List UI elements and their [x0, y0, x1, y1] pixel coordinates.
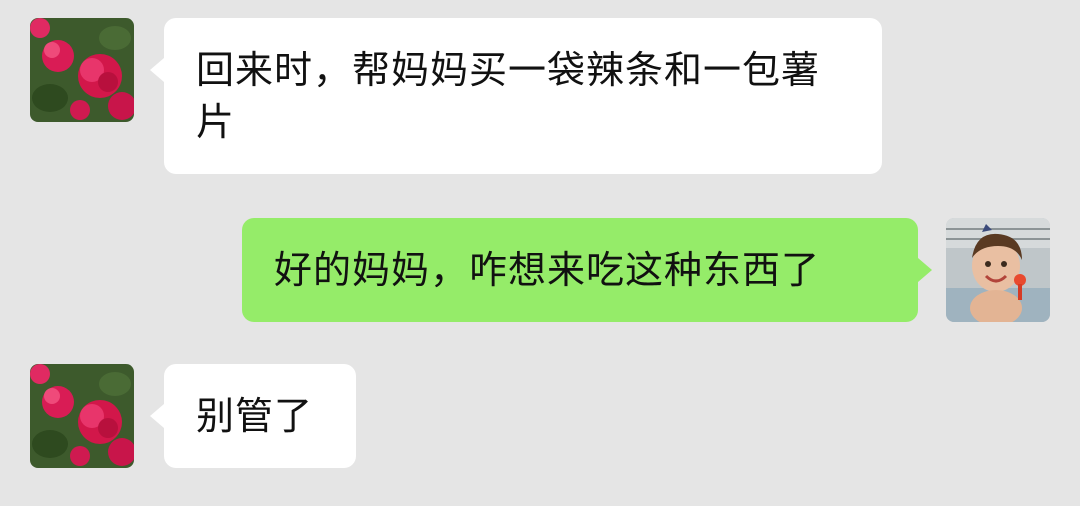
outgoing-bubble-tail — [918, 258, 932, 282]
incoming-bubble-tail — [150, 58, 164, 82]
rose-flower-avatar[interactable] — [30, 364, 134, 468]
chat-conversation: 回来时，帮妈妈买一袋辣条和一包薯片 好的妈妈，咋想来吃这种东西了 别管了 — [0, 0, 1080, 506]
rose-flower-icon — [30, 18, 134, 122]
outgoing-message-bubble[interactable]: 好的妈妈，咋想来吃这种东西了 — [242, 218, 918, 322]
child-photo-icon — [946, 218, 1050, 322]
child-photo-avatar[interactable] — [946, 218, 1050, 322]
message-text: 回来时，帮妈妈买一袋辣条和一包薯片 — [196, 48, 821, 144]
incoming-message-bubble[interactable]: 别管了 — [164, 364, 356, 468]
incoming-bubble-tail — [150, 404, 164, 428]
rose-flower-avatar[interactable] — [30, 18, 134, 122]
message-text: 好的妈妈，咋想来吃这种东西了 — [274, 248, 821, 292]
rose-flower-icon — [30, 364, 134, 468]
incoming-message-bubble[interactable]: 回来时，帮妈妈买一袋辣条和一包薯片 — [164, 18, 882, 174]
message-text: 别管了 — [196, 394, 314, 438]
